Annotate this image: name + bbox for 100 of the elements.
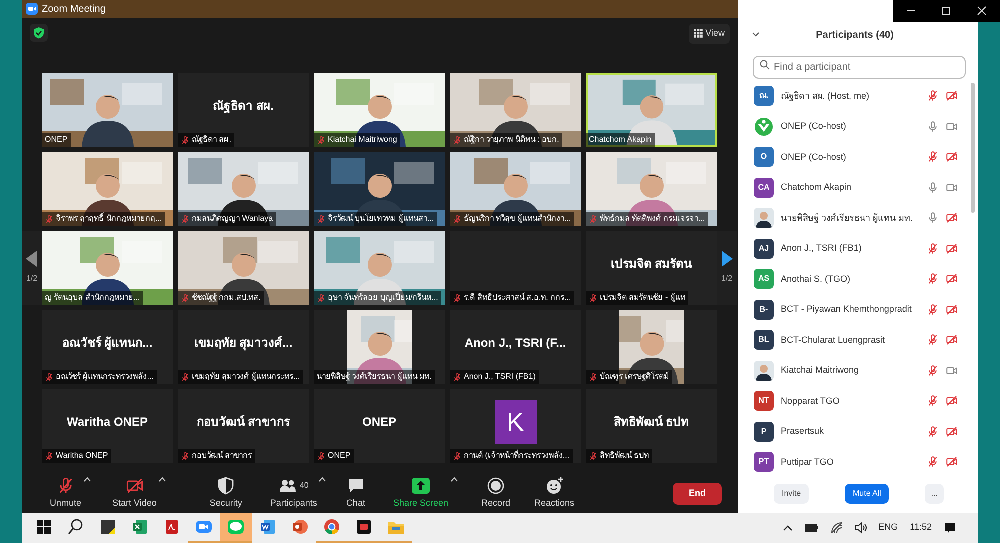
caret-up-icon[interactable] bbox=[782, 525, 793, 531]
avatar: PT bbox=[754, 452, 774, 472]
participant-name: Prasertsuk bbox=[781, 425, 826, 438]
name-label: กานต์ (เจ้าหน้าที่กระทรวงพลัง... bbox=[464, 450, 570, 462]
reactions-button[interactable]: Reactions bbox=[534, 477, 575, 511]
avatar: P bbox=[754, 422, 774, 442]
record-button[interactable]: Record bbox=[482, 477, 511, 511]
participant-row[interactable]: AS Anothai S. (TGO) bbox=[738, 264, 968, 294]
zoom-logo-icon bbox=[26, 3, 38, 15]
participants-button[interactable]: 40 Participants bbox=[270, 477, 318, 511]
name-label: ONEP bbox=[45, 134, 68, 146]
grid-icon bbox=[694, 29, 703, 38]
name-label: ชัชณัฐฐ์ กกม.สป.ทส. bbox=[192, 292, 261, 304]
mute-all-button[interactable]: Mute All bbox=[844, 484, 890, 504]
notification-icon[interactable] bbox=[944, 522, 956, 534]
sticky-note-icon bbox=[99, 518, 117, 536]
participant-name: ONEP (Co-host) bbox=[781, 120, 848, 133]
participant-name: Nopparat TGO bbox=[781, 394, 841, 408]
speaker-icon[interactable] bbox=[854, 522, 867, 534]
participant-row[interactable]: B- BCT - Piyawan Khemthongpradit bbox=[738, 294, 968, 325]
participant-row[interactable]: ณ. ณัฐธิดา สผ. (Host, me) bbox=[738, 81, 968, 112]
participant-row[interactable]: NT Nopparat TGO bbox=[738, 386, 968, 416]
participant-name: เปรมจิต สมรัตน bbox=[610, 256, 692, 273]
participant-row[interactable]: CA Chatchom Akapin bbox=[738, 172, 968, 203]
participant-row[interactable]: BL BCT-Chularat Luengprasit bbox=[738, 325, 968, 356]
name-label: Waritha ONEP bbox=[56, 450, 108, 462]
participant-name: ณัฐธิดา สผ. bbox=[213, 98, 274, 115]
participant-name: BCT-Chularat Luengprasit bbox=[781, 334, 886, 347]
pdf-icon bbox=[163, 518, 181, 536]
spreadsheet-icon bbox=[131, 518, 149, 536]
participant-count: 40 bbox=[300, 480, 309, 492]
record-icon bbox=[487, 477, 505, 496]
clock[interactable]: 11:52 bbox=[910, 521, 932, 535]
participant-name: อณวัชร์ ผู้แทนก... bbox=[62, 335, 153, 352]
maximize-icon[interactable] bbox=[941, 6, 952, 16]
name-label: สิทธิพัฒน์ ธปท bbox=[600, 450, 650, 462]
participant-row[interactable]: ONEP (Co-host) bbox=[738, 112, 968, 142]
security-badge[interactable] bbox=[30, 24, 48, 42]
name-label: อุษา จันทร์ลอย บุญเปี่ยม/กรีนห... bbox=[328, 292, 438, 304]
participant-row[interactable]: AJ Anon J., TSRI (FB1) bbox=[738, 234, 968, 264]
avatar: AS bbox=[754, 269, 774, 290]
battery-icon[interactable] bbox=[804, 524, 819, 532]
invite-button[interactable]: Invite bbox=[774, 484, 810, 504]
participant-name: นายพิสิษฐ์ วงศ์เรียรธนา ผู้แทน มท. bbox=[781, 212, 914, 225]
wifi-icon[interactable] bbox=[830, 522, 843, 534]
chevron-down-icon[interactable] bbox=[752, 32, 760, 38]
participant-name: Puttipar TGO bbox=[781, 456, 835, 469]
more-button[interactable]: ... bbox=[925, 484, 944, 504]
video-button[interactable]: Start Video bbox=[112, 477, 157, 511]
name-label: Chatchom Akapin bbox=[589, 134, 652, 146]
name-label: พัทธ์กมล ทัตติพงศ์ กรมเจรจา... bbox=[600, 213, 706, 225]
avatar: O bbox=[754, 147, 774, 168]
participant-name: ONEP bbox=[362, 414, 396, 431]
name-label: ญ รัตนอุบล สำนักกฎหมาย... bbox=[45, 292, 140, 304]
participant-row[interactable]: O ONEP (Co-host) bbox=[738, 142, 968, 172]
chat-button[interactable]: Chat bbox=[346, 477, 366, 511]
participant-name: Waritha ONEP bbox=[67, 414, 148, 431]
participant-name: BCT - Piyawan Khemthongpradit bbox=[781, 303, 913, 316]
avatar: B- bbox=[754, 300, 774, 320]
logo-icon bbox=[754, 116, 774, 137]
windows-icon bbox=[35, 518, 53, 536]
participant-row[interactable]: Kiatchai Maitriwong bbox=[738, 356, 968, 386]
participant-name: กอบวัฒน์ สาขากร bbox=[196, 414, 290, 431]
name-label: ธัญนริกา ทวีสุข ผู้แทนสำนักงา... bbox=[464, 213, 572, 225]
security-button[interactable]: Security bbox=[210, 477, 242, 511]
search-icon bbox=[67, 518, 85, 536]
name-label: ร.ดี สิทธิประศาสน์ ส.อ.ท. กกร... bbox=[464, 292, 572, 304]
share-button[interactable]: Share Screen bbox=[393, 477, 448, 511]
scrollbar[interactable] bbox=[971, 83, 975, 213]
name-label: จิราพร ฤาฤทธิ์ นักกฎหมายกฤ... bbox=[56, 213, 162, 225]
previous-page-button[interactable]: 1/2 bbox=[22, 231, 42, 305]
participant-name: สิทธิพัฒน์ ธปท bbox=[614, 414, 690, 431]
window-title: Zoom Meeting bbox=[42, 2, 106, 16]
audio-button[interactable]: Unmute bbox=[50, 477, 82, 511]
participant-name: Anon J., TSRI (F... bbox=[464, 335, 566, 352]
participant-row[interactable]: P Prasertsuk bbox=[738, 416, 968, 447]
name-label: ณัฐธิดา สผ. bbox=[192, 134, 232, 146]
next-page-button[interactable]: 1/2 bbox=[717, 231, 737, 305]
view-button[interactable]: View bbox=[688, 24, 730, 44]
name-label: Kiatchai Maitriwong bbox=[328, 134, 398, 146]
browser-icon bbox=[323, 518, 341, 536]
left-arrow-icon bbox=[26, 251, 38, 267]
name-label: กมลนภิศญญา Wanlaya bbox=[192, 213, 274, 225]
page-indicator: 1/2 bbox=[26, 273, 38, 285]
name-label: Anon J., TSRI (FB1) bbox=[464, 371, 536, 383]
close-icon[interactable] bbox=[977, 6, 988, 16]
avatar: NT bbox=[754, 391, 774, 412]
participant-name: ณัฐธิดา สผ. (Host, me) bbox=[781, 90, 871, 103]
name-label: เปรมจิต สมรัตนชัย - ผู้แท bbox=[600, 292, 686, 304]
participant-row[interactable]: นายพิสิษฐ์ วงศ์เรียรธนา ผู้แทน มท. bbox=[738, 203, 968, 234]
chat-bubble-icon bbox=[346, 477, 365, 496]
smiley-icon bbox=[546, 477, 564, 496]
search-field[interactable]: Find a participant bbox=[753, 56, 966, 79]
avatar: AJ bbox=[754, 238, 774, 259]
end-button[interactable]: End bbox=[673, 483, 722, 505]
participant-row[interactable]: PT Puttipar TGO bbox=[738, 447, 968, 478]
shield-icon bbox=[217, 477, 236, 496]
right-arrow-icon bbox=[721, 251, 733, 267]
presentation-icon bbox=[291, 518, 309, 536]
language-indicator[interactable]: ENG bbox=[878, 521, 898, 535]
